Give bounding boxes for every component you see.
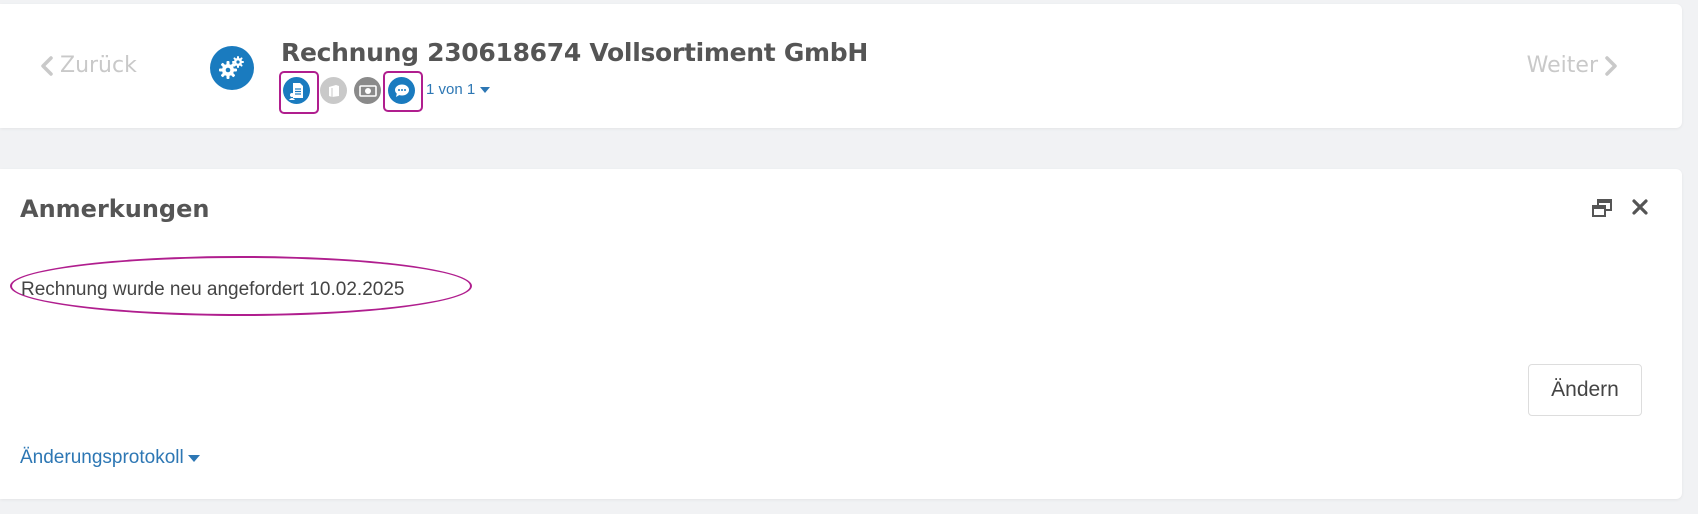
note-text: Rechnung wurde neu angefordert 10.02.202… — [21, 279, 405, 300]
caret-down-icon — [480, 86, 491, 93]
chevron-left-icon — [41, 55, 53, 76]
notes-title: Anmerkungen — [20, 195, 210, 223]
invoice-header-card: Zurück Rechnung 230618674 Vollsortiment … — [0, 4, 1682, 128]
book-icon[interactable] — [320, 77, 347, 104]
chat-icon-highlight — [383, 71, 423, 112]
gears-icon — [210, 46, 254, 90]
pager-label: 1 von 1 — [426, 81, 476, 98]
edit-button[interactable]: Ändern — [1528, 364, 1642, 416]
next-label: Weiter — [1526, 53, 1598, 78]
changelog-label: Änderungsprotokoll — [20, 447, 184, 468]
changelog-toggle[interactable]: Änderungsprotokoll — [20, 447, 200, 469]
chevron-right-icon — [1605, 55, 1617, 76]
restore-window-icon[interactable] — [1592, 199, 1612, 217]
money-icon[interactable] — [354, 77, 381, 104]
invoice-title: Rechnung 230618674 Vollsortiment GmbH — [281, 38, 869, 67]
document-icon-highlight — [279, 71, 319, 114]
caret-down-icon — [187, 454, 200, 462]
back-button[interactable]: Zurück — [40, 53, 137, 78]
notes-panel: Anmerkungen Rechnung wurde neu angeforde… — [0, 169, 1682, 499]
back-label: Zurück — [60, 53, 137, 78]
next-button[interactable]: Weiter — [1527, 53, 1618, 78]
close-icon[interactable] — [1632, 199, 1648, 215]
pager-dropdown[interactable]: 1 von 1 — [426, 81, 491, 98]
